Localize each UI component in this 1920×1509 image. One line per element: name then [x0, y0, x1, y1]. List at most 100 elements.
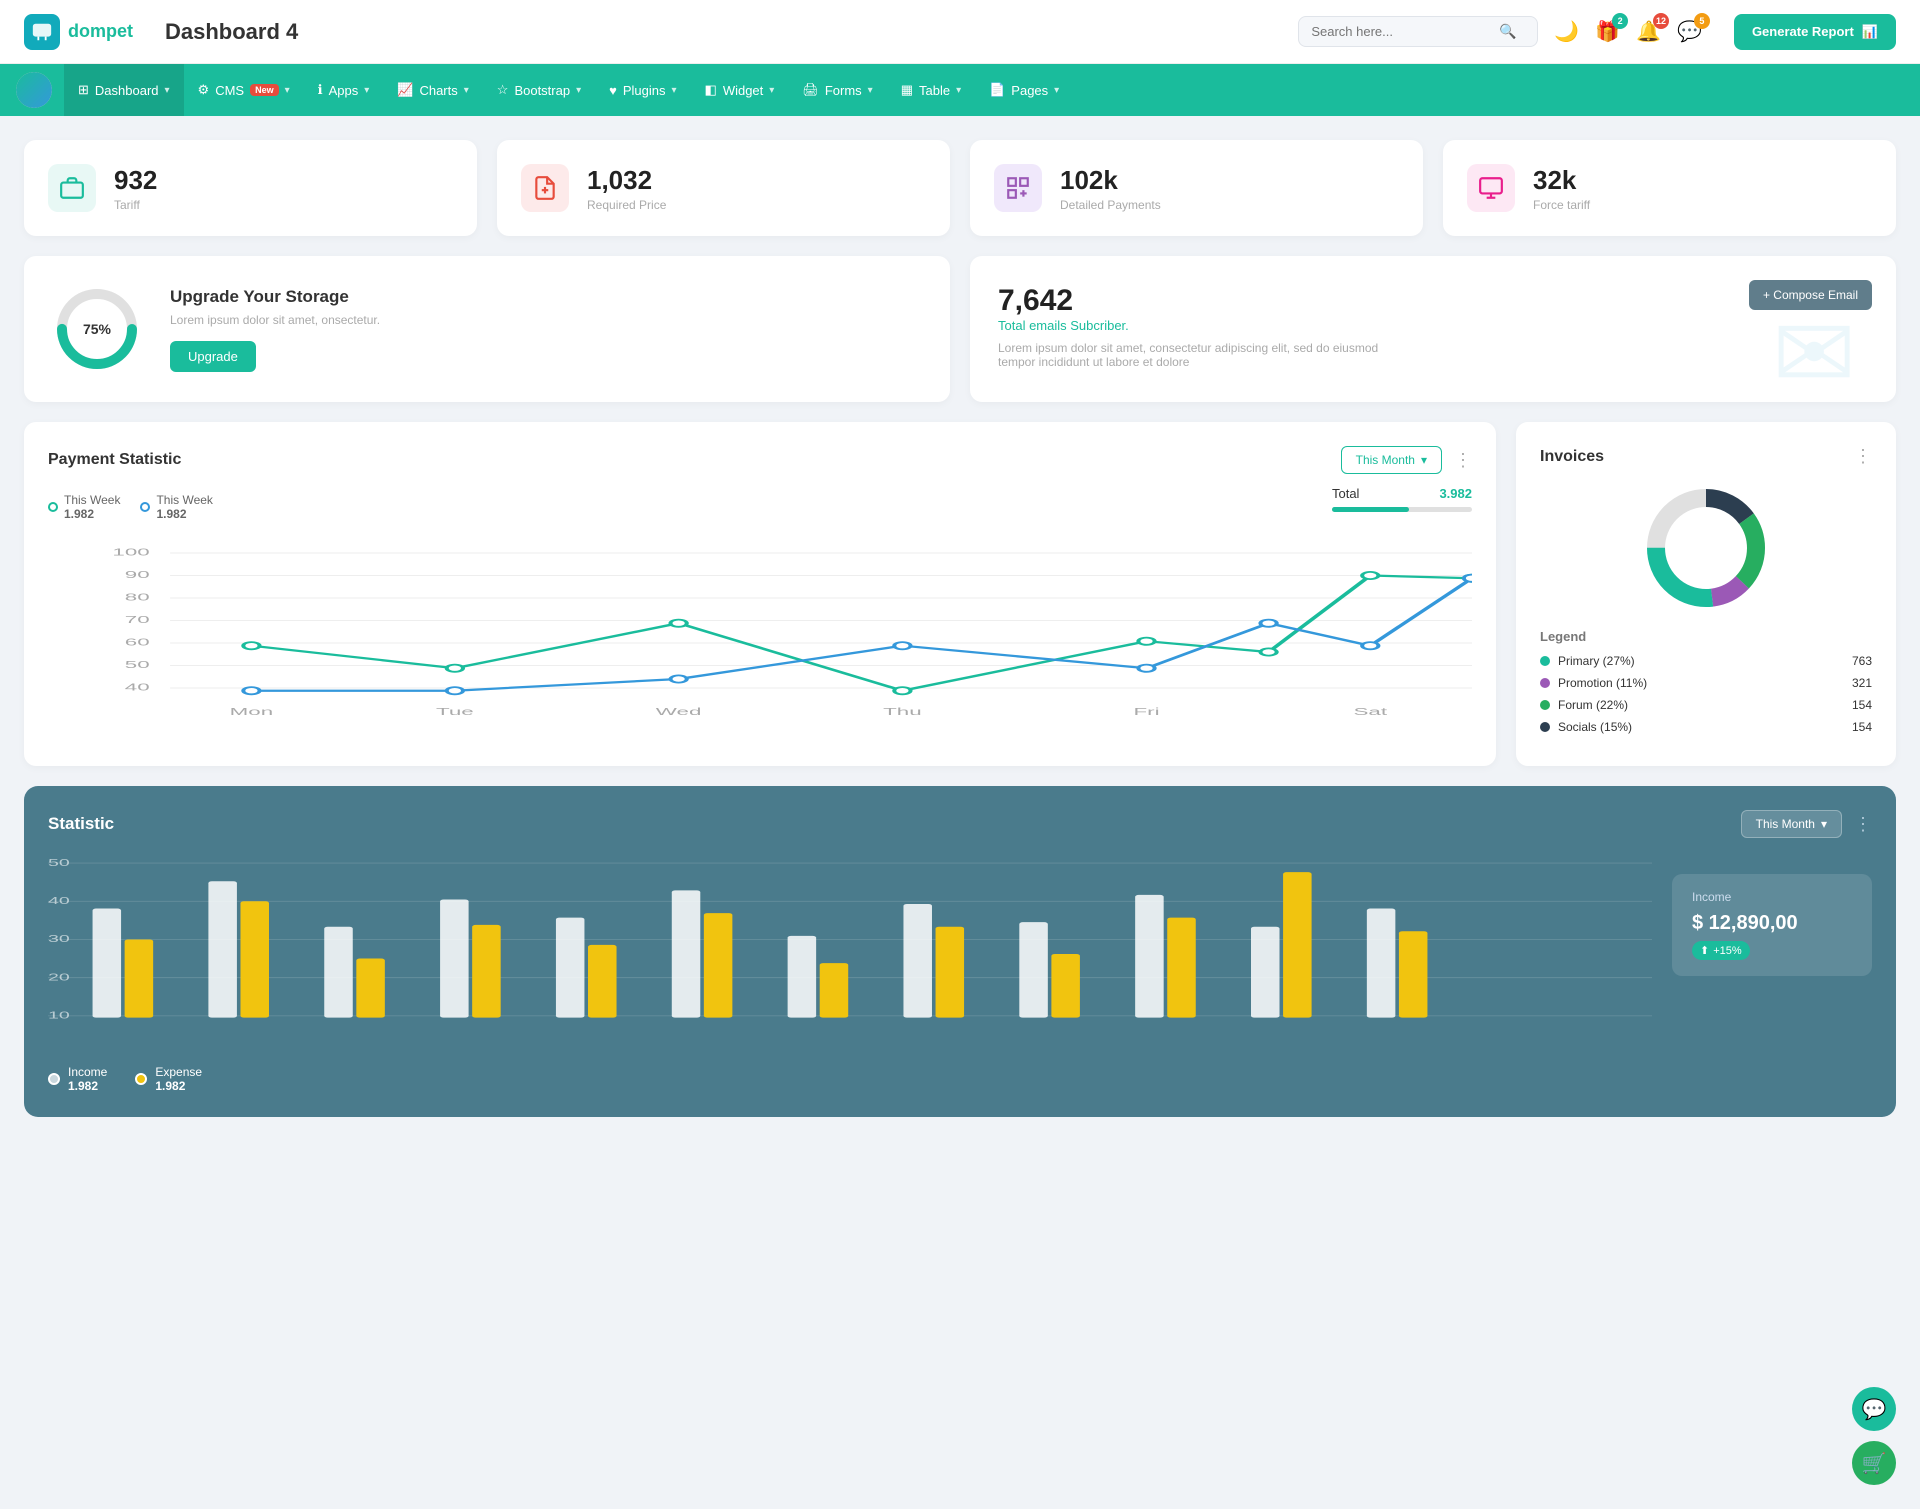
svg-text:Fri: Fri	[1133, 706, 1159, 717]
file-plus-icon	[521, 164, 569, 212]
nav-item-table[interactable]: ▦ Table ▾	[887, 64, 975, 116]
logo: dompet	[24, 14, 133, 50]
bell-icon[interactable]: 🔔12	[1636, 19, 1661, 44]
svg-text:10: 10	[48, 1010, 70, 1021]
socials-dot	[1540, 722, 1550, 732]
nav-item-apps[interactable]: ℹ Apps ▾	[304, 64, 384, 116]
upgrade-button[interactable]: Upgrade	[170, 341, 256, 372]
chevron-down-icon: ▾	[1821, 817, 1827, 831]
statistic-more-icon[interactable]: ⋮	[1854, 814, 1872, 835]
chevron-down-icon: ▾	[1054, 85, 1059, 96]
statistic-section: Statistic This Month ▾ ⋮ 50	[24, 786, 1896, 1117]
email-card: + Compose Email 7,642 Total emails Subcr…	[970, 256, 1896, 402]
legend-row-socials: Socials (15%) 154	[1540, 720, 1872, 734]
nav-item-charts[interactable]: 📈 Charts ▾	[383, 64, 483, 116]
svg-text:Mon: Mon	[230, 706, 274, 717]
moon-icon[interactable]: 🌙	[1554, 19, 1579, 44]
stat-card-required-price: 1,032 Required Price	[497, 140, 950, 236]
nav-item-forms[interactable]: 🖨 Forms ▾	[788, 64, 886, 116]
more-options-icon[interactable]: ⋮	[1454, 450, 1472, 471]
svg-text:80: 80	[125, 592, 150, 603]
chevron-down-icon: ▾	[165, 85, 170, 96]
chart-controls: This Month ▾ ⋮	[1341, 446, 1472, 474]
svg-text:Tue: Tue	[436, 706, 474, 717]
nav-bar: ⊞ Dashboard ▾ ⚙ CMS New ▾ ℹ Apps ▾ 📈 Cha…	[0, 64, 1920, 116]
primary-dot	[1540, 656, 1550, 666]
storage-card: 75% Upgrade Your Storage Lorem ipsum dol…	[24, 256, 950, 402]
cart-button[interactable]: 🛒	[1852, 1441, 1896, 1485]
chart-legend: This Week 1.982 This Week 1.982 Total 3.…	[48, 486, 1472, 528]
email-bg-icon: ✉	[1772, 295, 1856, 402]
heart-icon: ♥	[609, 83, 617, 98]
svg-text:Sat: Sat	[1353, 706, 1387, 717]
svg-text:100: 100	[112, 547, 149, 558]
svg-text:Wed: Wed	[656, 706, 702, 717]
chevron-down-icon: ▾	[671, 85, 676, 96]
invoices-header: Invoices ⋮	[1540, 446, 1872, 467]
nav-item-pages[interactable]: 📄 Pages ▾	[975, 64, 1073, 116]
search-input[interactable]	[1311, 24, 1491, 39]
expense-legend: Expense 1.982	[135, 1065, 202, 1093]
bar-chart-area: 50 40 30 20 10	[48, 854, 1652, 1093]
this-month-button[interactable]: This Month ▾	[1341, 446, 1442, 474]
forum-dot	[1540, 700, 1550, 710]
middle-row: 75% Upgrade Your Storage Lorem ipsum dol…	[24, 256, 1896, 402]
chart-header: Payment Statistic This Month ▾ ⋮	[48, 446, 1472, 474]
widget-icon: ◧	[705, 82, 717, 98]
grid-plus-icon	[994, 164, 1042, 212]
floating-buttons: 💬 🛒	[1852, 1387, 1896, 1485]
bar-legend: Income 1.982 Expense 1.982	[48, 1065, 1652, 1093]
support-button[interactable]: 💬	[1852, 1387, 1896, 1431]
nav-item-cms[interactable]: ⚙ CMS New ▾	[184, 64, 304, 116]
bar-chart-icon: 📊	[1862, 24, 1878, 40]
generate-report-button[interactable]: Generate Report 📊	[1734, 14, 1896, 50]
svg-text:40: 40	[125, 682, 150, 693]
blue-dot	[140, 502, 150, 512]
invoices-card: Invoices ⋮ Legend	[1516, 422, 1896, 766]
email-desc: Lorem ipsum dolor sit amet, consectetur …	[998, 341, 1398, 369]
progress-bar	[1332, 507, 1472, 512]
statistic-header: Statistic This Month ▾ ⋮	[48, 810, 1872, 838]
stat-card-tariff: 932 Tariff	[24, 140, 477, 236]
storage-title: Upgrade Your Storage	[170, 287, 380, 307]
statistic-month-button[interactable]: This Month ▾	[1741, 810, 1842, 838]
chevron-down-icon: ▾	[576, 85, 581, 96]
chat-icon[interactable]: 💬5	[1677, 19, 1702, 44]
svg-text:70: 70	[125, 614, 150, 625]
legend-row-primary: Primary (27%) 763	[1540, 654, 1872, 668]
search-icon: 🔍	[1499, 23, 1516, 40]
gear-icon: ⚙	[198, 82, 210, 98]
payment-chart-title: Payment Statistic	[48, 451, 181, 469]
promotion-dot	[1540, 678, 1550, 688]
chat-badge: 5	[1694, 13, 1710, 29]
search-bar[interactable]: 🔍	[1298, 16, 1538, 47]
nav-item-bootstrap[interactable]: ☆ Bootstrap ▾	[483, 64, 595, 116]
storage-percent: 75%	[83, 321, 111, 337]
invoices-more-icon[interactable]: ⋮	[1854, 446, 1872, 467]
income-panel-title: Income	[1692, 890, 1852, 904]
tariff-label: Tariff	[114, 198, 157, 212]
storage-info: Upgrade Your Storage Lorem ipsum dolor s…	[170, 287, 380, 372]
income-legend: Income 1.982	[48, 1065, 107, 1093]
nav-item-dashboard[interactable]: ⊞ Dashboard ▾	[64, 64, 184, 116]
svg-text:Thu: Thu	[883, 706, 922, 717]
svg-text:90: 90	[125, 569, 150, 580]
chevron-down-icon: ▾	[464, 85, 469, 96]
avatar	[16, 72, 52, 108]
stat-cards-row: 932 Tariff 1,032 Required Price 102k Det…	[24, 140, 1896, 236]
income-amount: $ 12,890,00	[1692, 912, 1852, 935]
svg-text:40: 40	[48, 896, 70, 907]
header: dompet Dashboard 4 🔍 🌙 🎁2 🔔12 💬5 Generat…	[0, 0, 1920, 64]
chart-icon: 📈	[397, 82, 413, 98]
total-value: 3.982	[1439, 486, 1472, 501]
nav-item-widget[interactable]: ◧ Widget ▾	[691, 64, 789, 116]
total-row: Total 3.982	[1332, 486, 1472, 501]
gift-icon[interactable]: 🎁2	[1595, 19, 1620, 44]
stat-card-force-tariff: 32k Force tariff	[1443, 140, 1896, 236]
stat-card-detailed-payments: 102k Detailed Payments	[970, 140, 1423, 236]
invoices-legend-list: Primary (27%) 763 Promotion (11%) 321 Fo…	[1540, 654, 1872, 734]
progress-fill	[1332, 507, 1409, 512]
nav-item-plugins[interactable]: ♥ Plugins ▾	[595, 64, 690, 116]
expense-dot	[135, 1073, 147, 1085]
main-content: 932 Tariff 1,032 Required Price 102k Det…	[0, 116, 1920, 1117]
